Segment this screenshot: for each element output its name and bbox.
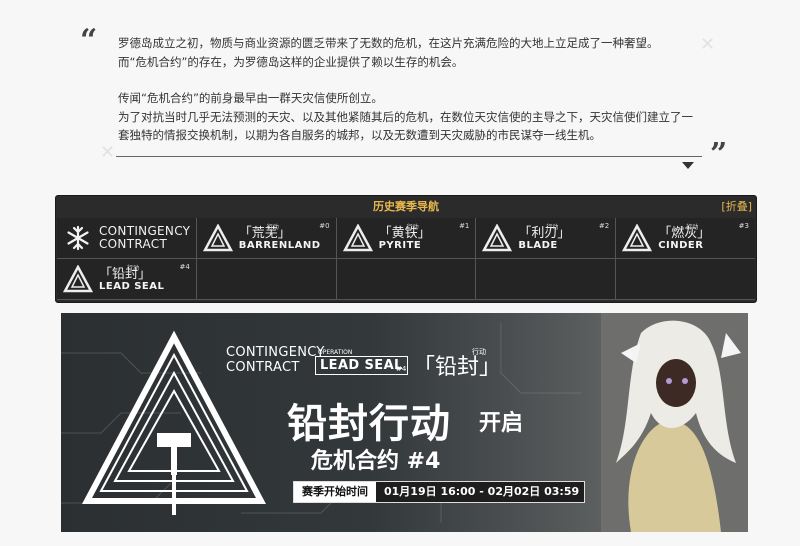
nav-grid: CONTINGENCY CONTRACT 「荒芜」 行动 #0 BARRENLA…: [57, 218, 755, 300]
decor-cross-icon: ✕: [100, 142, 116, 163]
operation-name-en: LEAD SEAL: [315, 356, 408, 375]
cc-snowflake-icon: [67, 225, 89, 251]
close-quote-mark: ”: [710, 137, 728, 172]
contract-triangle-icon: [342, 224, 373, 252]
collapse-toggle[interactable]: [折叠]: [721, 196, 752, 218]
cc-logo-cell[interactable]: CONTINGENCY CONTRACT: [57, 218, 196, 258]
contract-triangle-icon: [622, 224, 653, 252]
season-time-bar: 赛季开始时间 01月19日 16:00 - 02月02日 03:59: [293, 481, 585, 503]
nav-item-cinder[interactable]: 「燃灰」 行动 #3 CINDER: [616, 218, 755, 258]
nav-empty-cell: [196, 259, 336, 299]
quote-divider: [116, 156, 702, 157]
quote-paragraph: 而“危机合约”的存在，为罗德岛这样的企业提供了赖以生存的机会。: [118, 54, 464, 69]
nav-empty-cell: [616, 259, 755, 299]
quote-text: 罗德岛成立之初，物质与商业资源的匮乏带来了无数的危机，在这片充满危险的大地上立足…: [118, 34, 698, 145]
operation-label: OPERATION: [318, 349, 353, 356]
banner-title: 铅封行动: [287, 401, 451, 447]
nav-item-barrenland[interactable]: 「荒芜」 行动 #0 BARRENLAND: [196, 218, 336, 258]
banner-cc-text: CONTINGENCY CONTRACT: [226, 345, 325, 375]
quote-paragraph: 为了对抗当时几乎无法预测的天灾、以及其他紧随其后的危机，在数位天灾信使的主导之下…: [118, 109, 693, 143]
contract-triangle-icon: [482, 224, 513, 252]
nav-empty-cell: [476, 259, 616, 299]
decor-cross-icon: ✕: [700, 34, 716, 55]
season-navigation: 历史赛季导航 [折叠] CONTINGENCY CONTRACT 「荒芜」 行动…: [55, 195, 757, 303]
nav-empty-cell: [336, 259, 476, 299]
contract-triangle-icon: [63, 265, 93, 293]
character-illustration: [601, 313, 748, 532]
season-banner[interactable]: CONTINGENCY CONTRACT OPERATION LEAD SEAL…: [61, 313, 748, 532]
operation-tag: 行动: [472, 348, 486, 356]
banner-title-suffix: 开启: [479, 411, 524, 436]
cc-logo-text: CONTINGENCY CONTRACT: [99, 224, 191, 251]
quote-paragraph: 传闻“危机合约”的前身最早由一群天灾信使所创立。: [118, 91, 383, 105]
lore-quote: ✕ ✕ “ 罗德岛成立之初，物质与商业资源的匮乏带来了无数的危机，在这片充满危险…: [70, 22, 750, 172]
nav-item-pyrite[interactable]: 「黄铁」 行动 #1 PYRITE: [336, 218, 476, 258]
quote-paragraph: 罗德岛成立之初，物质与商业资源的匮乏带来了无数的危机，在这片充满危险的大地上立足…: [118, 36, 659, 50]
nav-item-lead-seal[interactable]: 「铅封」 行动 #4 LEAD SEAL: [57, 259, 196, 299]
season-time-value: 01月19日 16:00 - 02月02日 03:59: [384, 485, 580, 498]
open-quote-mark: “: [80, 23, 98, 58]
expand-arrow-icon[interactable]: [682, 162, 694, 169]
contract-triangle-icon: [202, 224, 233, 252]
season-time-label: 赛季开始时间: [294, 482, 376, 502]
operation-number: #4: [396, 365, 407, 373]
banner-subtitle: 危机合约 #4: [311, 449, 441, 474]
nav-title: 历史赛季导航: [373, 200, 439, 213]
nav-item-blade[interactable]: 「利刃」 行动 #2 BLADE: [476, 218, 616, 258]
operation-name-cn: 「铅封」: [413, 355, 502, 380]
